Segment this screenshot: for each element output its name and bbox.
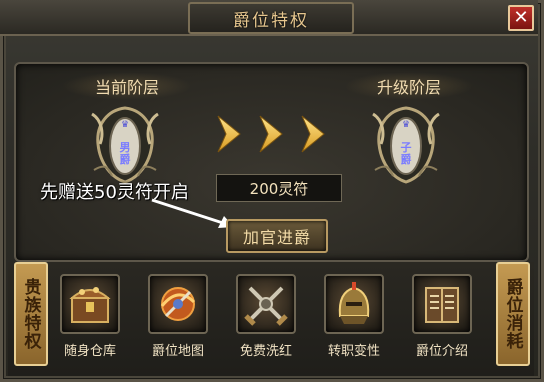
current-rank-text: 男爵 — [119, 141, 131, 166]
next-tier-label: 升级阶层 — [344, 72, 474, 100]
feature-label: 爵位地图 — [151, 344, 204, 359]
feature-rank-intro[interactable]: 爵位介绍 — [408, 274, 476, 364]
treasure-chest-icon[interactable] — [60, 274, 120, 334]
current-tier-label: 当前阶层 — [62, 72, 192, 100]
feature-label: 转职变性 — [327, 344, 380, 359]
svg-text:♛: ♛ — [402, 120, 410, 130]
next-rank-emblem: ♛ 子爵 — [369, 104, 443, 186]
svg-text:♛: ♛ — [121, 120, 129, 130]
map-orb-icon[interactable] — [148, 274, 208, 334]
progress-arrows-icon — [217, 115, 325, 153]
feature-label: 随身仓库 — [63, 344, 116, 359]
nobility-privileges-label: 贵族特权 — [20, 278, 41, 350]
feature-label: 爵位介绍 — [415, 344, 468, 359]
rank-cost-tab[interactable]: 爵位消耗 — [496, 262, 530, 366]
upgrade-rank-button[interactable]: 加官进爵 — [226, 219, 328, 253]
helmet-icon[interactable] — [324, 274, 384, 334]
close-button[interactable]: ✕ — [508, 5, 534, 31]
feature-free-pk-wash[interactable]: 免费洗红 — [232, 274, 300, 364]
next-rank-text: 子爵 — [400, 141, 412, 166]
title-bar: 爵位特权 ✕ — [0, 0, 538, 36]
book-icon[interactable] — [412, 274, 472, 334]
feature-label: 免费洗红 — [239, 344, 292, 359]
feature-class-gender-change[interactable]: 转职变性 — [320, 274, 388, 364]
rank-cost-label: 爵位消耗 — [502, 278, 523, 350]
feature-rank-map[interactable]: 爵位地图 — [144, 274, 212, 364]
nobility-privileges-tab[interactable]: 贵族特权 — [14, 262, 48, 366]
crossed-swords-icon[interactable] — [236, 274, 296, 334]
window-title: 爵位特权 — [188, 2, 354, 34]
current-rank-emblem: ♛ 男爵 — [88, 104, 162, 186]
pointer-arrow-icon — [151, 198, 234, 228]
feature-portable-storage[interactable]: 随身仓库 — [56, 274, 124, 364]
